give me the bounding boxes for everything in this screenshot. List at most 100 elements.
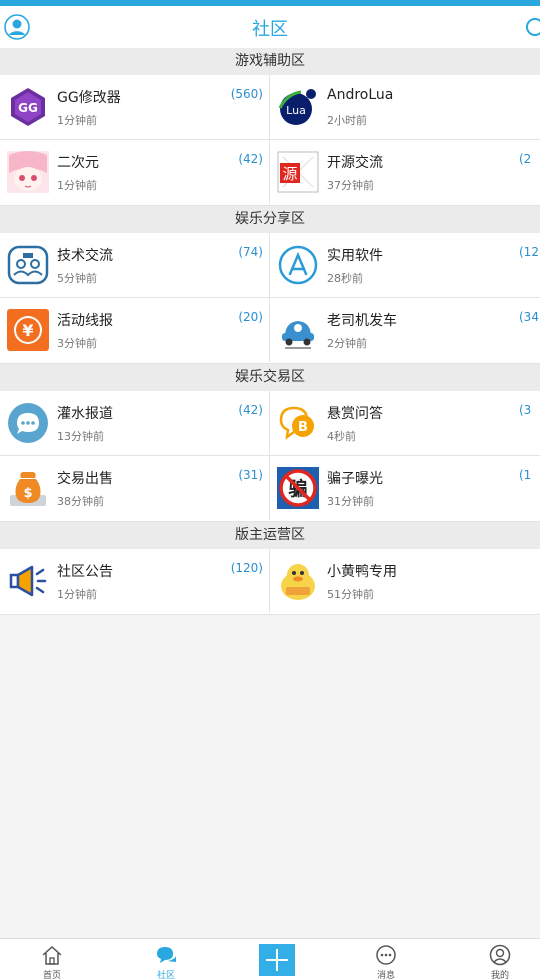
forum-count: (42) (238, 152, 263, 166)
forum-name: 技术交流 (57, 248, 113, 264)
forum-item[interactable]: 二次元 1分钟前 (42) (0, 140, 270, 204)
lua-icon: Lua (278, 89, 316, 125)
forum-item[interactable]: Lua AndroLua 2小时前 (270, 75, 540, 139)
forum-count: (12 (519, 245, 539, 259)
forum-time: 13分钟前 (57, 430, 104, 443)
car-icon (282, 321, 314, 349)
forum-count: (120) (230, 561, 263, 575)
forum-time: 51分钟前 (327, 588, 374, 601)
chat-icon (8, 403, 48, 443)
forum-item[interactable]: 社区公告 1分钟前 (120) (0, 549, 270, 613)
forum-time: 5分钟前 (57, 272, 97, 285)
tab-label: 首页 (42, 971, 61, 980)
svg-text:GG: GG (18, 101, 38, 115)
profile-icon (489, 944, 511, 966)
section-grid: 社区公告 1分钟前 (120) 小黄鸭专用 51分钟前 (0, 549, 540, 615)
forum-time: 4秒前 (327, 430, 356, 443)
forum-time: 37分钟前 (327, 179, 374, 192)
forum-time: 3分钟前 (57, 337, 97, 350)
tab-label: 社区 (156, 971, 175, 980)
section-grid: GG GG修改器 1分钟前 (560) Lua AndroLua 2小时前 二次… (0, 75, 540, 206)
forum-name: 悬赏问答 (327, 406, 383, 422)
forum-count: (3 (519, 403, 532, 417)
forum-name: 交易出售 (57, 471, 113, 487)
tab-messages[interactable]: 消息 (356, 939, 416, 980)
forum-item[interactable]: 技术交流 5分钟前 (74) (0, 233, 270, 297)
search-icon[interactable] (524, 16, 540, 42)
gg-icon: GG (11, 88, 45, 126)
forum-name: AndroLua (327, 87, 394, 103)
plus-icon (266, 949, 288, 971)
forum-name: 实用软件 (327, 248, 383, 264)
forum-time: 1分钟前 (57, 588, 97, 601)
section-header: 版主运营区 (0, 522, 540, 549)
svg-text:B: B (298, 420, 308, 435)
message-icon (376, 945, 396, 965)
forum-item[interactable]: 源 开源交流 37分钟前 (2 (270, 140, 540, 204)
forum-count: (31) (238, 468, 263, 482)
forum-name: 开源交流 (327, 155, 383, 171)
section-header: 娱乐交易区 (0, 364, 540, 391)
yen-icon: ¥ (7, 309, 49, 351)
bottom-tab-bar: 首页 社区 消息 我的 (0, 938, 540, 980)
forum-time: 1分钟前 (57, 114, 97, 127)
tab-home[interactable]: 首页 (22, 939, 82, 980)
forum-name: 社区公告 (57, 564, 113, 580)
forum-time: 31分钟前 (327, 495, 374, 508)
svg-text:¥: ¥ (22, 321, 33, 340)
forum-name: 灌水报道 (57, 406, 113, 422)
bitcoin-icon: B (279, 406, 314, 440)
forum-count: (1 (519, 468, 532, 482)
tab-profile[interactable]: 我的 (470, 939, 530, 980)
duck-icon (281, 564, 315, 600)
tab-community[interactable]: 社区 (136, 939, 196, 980)
forum-item[interactable]: 实用软件 28秒前 (12 (270, 233, 540, 297)
anime-icon (7, 151, 49, 193)
megaphone-icon (9, 565, 47, 597)
forum-item[interactable]: B 悬赏问答 4秒前 (3 (270, 391, 540, 455)
source-icon: 源 (277, 151, 319, 193)
forum-name: 活动线报 (57, 313, 113, 329)
top-bar: 社区 (0, 6, 540, 48)
tab-label: 消息 (376, 971, 395, 980)
forum-item[interactable]: ¥ 活动线报 3分钟前 (20) (0, 298, 270, 362)
home-icon (42, 945, 62, 965)
page-title: 社区 (252, 19, 288, 40)
forum-time: 1分钟前 (57, 179, 97, 192)
forum-count: (560) (230, 87, 263, 101)
forum-count: (2 (519, 152, 532, 166)
forum-name: 老司机发车 (327, 313, 397, 329)
forum-count: (42) (238, 403, 263, 417)
section-grid: 技术交流 5分钟前 (74) 实用软件 28秒前 (12 ¥ 活动线报 3分钟前… (0, 233, 540, 364)
forum-name: 二次元 (57, 155, 99, 171)
forum-item[interactable]: 灌水报道 13分钟前 (42) (0, 391, 270, 455)
forum-name: 骗子曝光 (327, 471, 383, 487)
forum-item[interactable]: 老司机发车 2分钟前 (34 (270, 298, 540, 362)
forum-count: (74) (238, 245, 263, 259)
forum-name: GG修改器 (57, 90, 121, 106)
tab-label: 我的 (490, 971, 509, 980)
svg-text:$: $ (23, 486, 32, 501)
forum-time: 38分钟前 (57, 495, 104, 508)
scam-icon: 骗 (277, 467, 319, 509)
forum-item[interactable]: GG GG修改器 1分钟前 (560) (0, 75, 270, 139)
section-header: 娱乐分享区 (0, 206, 540, 233)
tech-icon (7, 245, 49, 285)
forum-item[interactable]: 小黄鸭专用 51分钟前 (270, 549, 540, 613)
new-post-button[interactable] (259, 944, 295, 976)
app-store-icon (278, 245, 318, 285)
forum-count: (34 (519, 310, 539, 324)
community-icon (157, 947, 176, 963)
svg-text:Lua: Lua (286, 104, 306, 117)
forum-list: 游戏辅助区 GG GG修改器 1分钟前 (560) Lua AndroLua 2… (0, 48, 540, 938)
forum-time: 28秒前 (327, 272, 363, 285)
forum-name: 小黄鸭专用 (327, 564, 397, 580)
forum-time: 2小时前 (327, 114, 367, 127)
section-header: 游戏辅助区 (0, 48, 540, 75)
forum-time: 2分钟前 (327, 337, 367, 350)
money-bag-icon: $ (10, 472, 46, 506)
svg-text:源: 源 (282, 165, 297, 183)
forum-item[interactable]: $ 交易出售 38分钟前 (31) (0, 456, 270, 520)
forum-item[interactable]: 骗 骗子曝光 31分钟前 (1 (270, 456, 540, 520)
section-grid: 灌水报道 13分钟前 (42) B 悬赏问答 4秒前 (3 $ 交易出售 38分… (0, 391, 540, 522)
